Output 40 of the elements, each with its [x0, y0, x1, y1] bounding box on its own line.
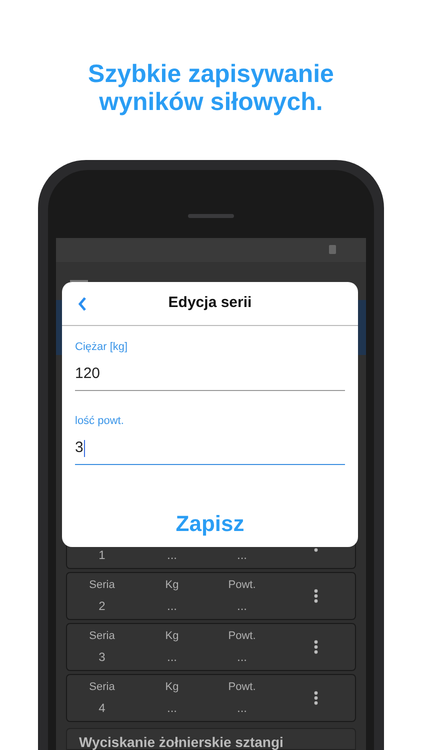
column-value: 3: [98, 649, 106, 666]
column-value: ...: [236, 547, 247, 564]
column-label: Seria: [89, 680, 115, 694]
input-field[interactable]: 120: [75, 359, 345, 391]
column-value: ...: [166, 598, 177, 615]
column-label: Seria: [89, 628, 115, 644]
column-label: Powt.: [228, 578, 256, 592]
back-icon[interactable]: [78, 296, 87, 310]
exercise-title: Wyciskanie żołnierskie sztangi: [79, 734, 284, 750]
column-label: Kg: [165, 680, 179, 694]
input-field[interactable]: 3: [75, 433, 345, 465]
column-value: 2: [98, 598, 106, 615]
headline: Szybkie zapisywanie: [88, 60, 334, 88]
more-options-icon[interactable]: [314, 691, 318, 705]
column-label: Powt.: [228, 628, 256, 644]
speaker-grille: [188, 214, 234, 218]
column-value: ...: [236, 598, 247, 615]
column-label: Kg: [165, 578, 179, 592]
more-options-icon[interactable]: [314, 589, 318, 603]
battery-icon: [329, 245, 336, 254]
headline: wyników siłowych.: [99, 88, 323, 116]
column-value: ...: [166, 700, 177, 717]
dialog-title: Edycja serii: [168, 293, 252, 314]
field-label: Ciężar [kg]: [75, 340, 129, 355]
series-row[interactable]: Seria 2 Kg ... Powt. ...: [66, 572, 356, 620]
field-label: lość powt.: [75, 414, 125, 429]
column-value: ...: [166, 649, 177, 666]
column-value: ...: [166, 547, 177, 564]
column-value: ...: [236, 649, 247, 666]
menu-icon[interactable]: [70, 280, 88, 282]
text-cursor: [84, 440, 86, 457]
column-value: 4: [98, 700, 106, 717]
column-value: 1: [98, 547, 106, 564]
column-label: Seria: [89, 578, 115, 592]
more-options-icon[interactable]: [314, 640, 318, 654]
column-label: Powt.: [228, 680, 256, 694]
series-row[interactable]: Seria 4 Kg ... Powt. ...: [66, 674, 356, 722]
column-label: Kg: [165, 628, 179, 644]
column-value: ...: [236, 700, 247, 717]
series-row[interactable]: Seria 3 Kg ... Powt. ...: [66, 623, 356, 671]
